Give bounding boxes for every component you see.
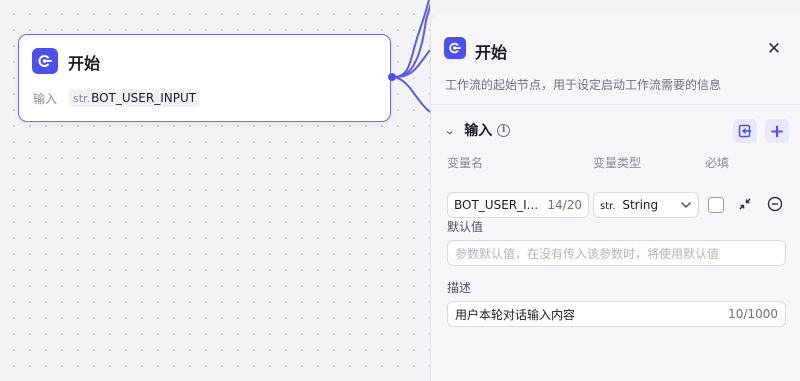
description-count: 10/1000 (728, 307, 778, 321)
node-config-panel: 开始 ✕ 工作流的起始节点，用于设定启动工作流需要的信息 ⌄ 输入 i + 变量… (430, 14, 800, 381)
start-node-icon (32, 48, 58, 74)
info-icon[interactable]: i (497, 123, 511, 137)
chevron-down-icon[interactable]: ⌄ (444, 124, 456, 137)
close-icon[interactable]: ✕ (765, 39, 783, 59)
import-icon (738, 124, 751, 138)
start-node-icon (444, 37, 466, 59)
default-value-label: 默认值 (447, 220, 484, 234)
type-prefix: str. (600, 201, 616, 212)
input-section-header[interactable]: ⌄ 输入 i (444, 120, 511, 140)
description-input[interactable]: 用户本轮对话输入内容 10/1000 (447, 301, 786, 327)
divider (431, 104, 800, 105)
default-value-input[interactable]: 参数默认值，在没有传入该参数时，将使用默认值 (447, 240, 786, 266)
add-variable-button[interactable]: + (765, 119, 789, 143)
start-node[interactable]: 开始 输入 str. BOT_USER_INPUT (18, 34, 391, 122)
minus-circle-icon[interactable] (767, 196, 783, 212)
variable-name-count: 14/20 (547, 198, 582, 212)
node-input-label: 输入 (33, 91, 58, 106)
collapse-icon[interactable] (737, 196, 753, 212)
output-port[interactable] (388, 73, 396, 81)
variable-name-value: BOT_USER_I... (454, 198, 539, 212)
node-title: 开始 (68, 54, 101, 73)
variable-type-select[interactable]: str. String (593, 192, 699, 218)
tag-name: BOT_USER_INPUT (91, 91, 197, 105)
panel-description: 工作流的起始节点，用于设定启动工作流需要的信息 (445, 78, 722, 92)
node-input-tag: str. BOT_USER_INPUT (69, 89, 201, 107)
workflow-canvas[interactable]: 开始 输入 str. BOT_USER_INPUT (0, 0, 430, 381)
import-button[interactable] (733, 119, 757, 143)
tag-type: str. (73, 91, 91, 105)
description-value: 用户本轮对话输入内容 (455, 307, 576, 322)
node-input-row: 输入 str. BOT_USER_INPUT (33, 89, 201, 107)
description-label: 描述 (447, 281, 472, 295)
variable-name-input[interactable]: BOT_USER_I... 14/20 (447, 192, 589, 218)
chevron-down-icon (680, 201, 692, 209)
required-checkbox[interactable] (708, 197, 724, 213)
section-title: 输入 (464, 123, 493, 139)
column-header-required: 必填 (705, 156, 730, 170)
column-header-type: 变量类型 (593, 156, 642, 170)
type-value: String (622, 198, 659, 212)
panel-title: 开始 (475, 43, 508, 62)
column-header-name: 变量名 (447, 156, 484, 170)
